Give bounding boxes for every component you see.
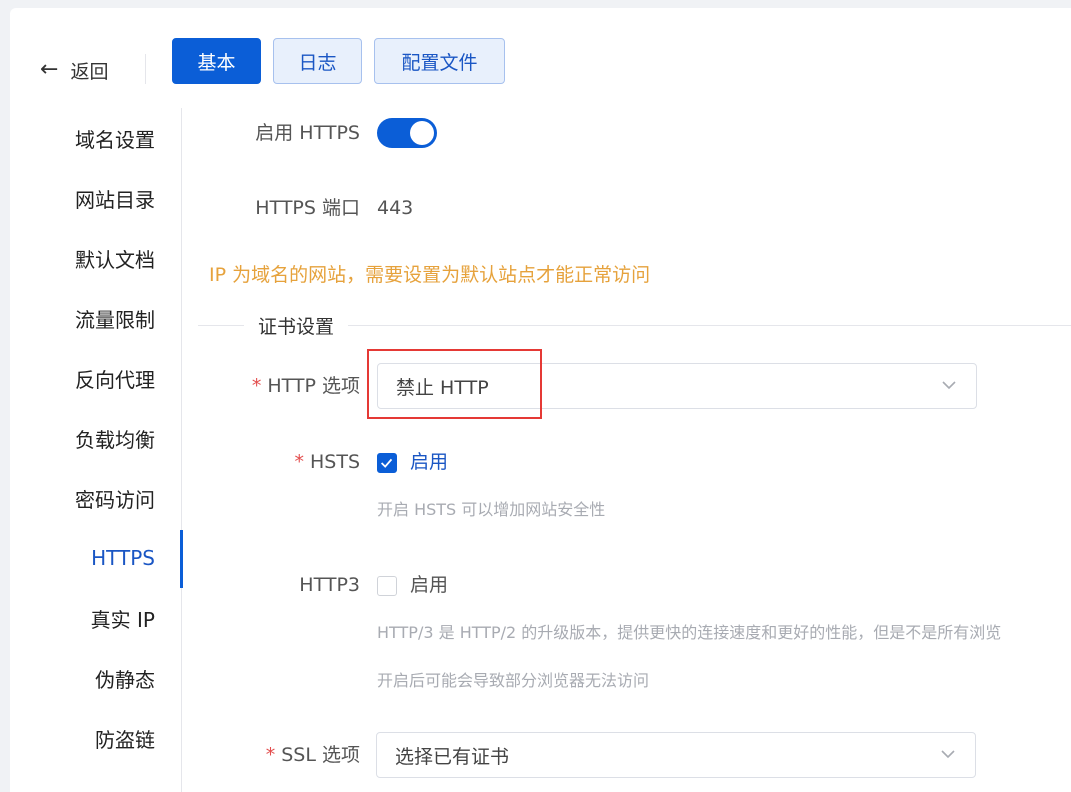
sidebar-item-site-dir[interactable]: 网站目录 — [30, 185, 155, 215]
back-label: 返回 — [70, 60, 109, 83]
sidebar-item-reverse-proxy[interactable]: 反向代理 — [30, 365, 155, 395]
https-port-value: 443 — [377, 197, 414, 219]
check-icon — [380, 458, 393, 468]
sidebar-item-https[interactable]: HTTPS — [30, 543, 155, 573]
annotation-highlight-box — [367, 349, 542, 419]
hsts-label: * HSTS — [294, 451, 360, 473]
arrow-left-icon: ← — [40, 57, 59, 82]
http3-checkbox-label[interactable]: 启用 — [410, 570, 448, 600]
sidebar-item-traffic-limit[interactable]: 流量限制 — [30, 305, 155, 335]
tab-basic[interactable]: 基本 — [172, 38, 261, 84]
required-mark: * — [294, 451, 304, 473]
https-port-label: HTTPS 端口 — [255, 197, 360, 219]
https-enable-label: 启用 HTTPS — [255, 122, 360, 144]
cert-section-title: 证书设置 — [244, 312, 349, 342]
ssl-option-value: 选择已有证书 — [395, 745, 510, 768]
tab-config-file[interactable]: 配置文件 — [374, 38, 505, 84]
sidebar-item-real-ip[interactable]: 真实 IP — [30, 605, 155, 635]
back-button[interactable]: ← 返回 — [40, 48, 108, 92]
http3-checkbox[interactable] — [377, 576, 397, 596]
toggle-knob — [410, 121, 434, 145]
ssl-option-label: * SSL 选项 — [265, 744, 360, 766]
http3-hint-warning: 开启后可能会导致部分浏览器无法访问 — [377, 671, 650, 690]
hsts-checkbox-label[interactable]: 启用 — [410, 447, 448, 477]
https-enable-toggle[interactable] — [377, 118, 437, 148]
sidebar-item-rewrite[interactable]: 伪静态 — [30, 665, 155, 695]
hsts-checkbox[interactable] — [377, 453, 397, 473]
sidebar-item-default-doc[interactable]: 默认文档 — [30, 245, 155, 275]
hsts-hint: 开启 HSTS 可以增加网站安全性 — [377, 500, 606, 519]
http3-label: HTTP3 — [299, 574, 360, 596]
sidebar-divider — [181, 108, 182, 792]
sidebar-active-indicator — [180, 530, 183, 588]
tab-log[interactable]: 日志 — [273, 38, 362, 84]
required-mark: * — [265, 744, 276, 766]
ssl-option-select[interactable]: 选择已有证书 — [376, 732, 976, 778]
required-mark: * — [251, 375, 262, 397]
settings-panel: ← 返回 基本 日志 配置文件 域名设置 网站目录 默认文档 流量限制 反向代理… — [10, 8, 1071, 792]
http-option-label: * HTTP 选项 — [251, 375, 360, 397]
http3-hint-compat: HTTP/3 是 HTTP/2 的升级版本，提供更快的连接速度和更好的性能，但是… — [377, 623, 1002, 642]
sidebar-item-load-balance[interactable]: 负载均衡 — [30, 425, 155, 455]
sidebar-item-password-access[interactable]: 密码访问 — [30, 485, 155, 515]
chevron-down-icon — [941, 750, 955, 759]
chevron-down-icon — [942, 381, 956, 390]
header-divider — [145, 54, 146, 84]
sidebar-item-hotlink[interactable]: 防盗链 — [30, 725, 155, 755]
sidebar-item-domain[interactable]: 域名设置 — [30, 125, 155, 155]
ip-domain-warning: IP 为域名的网站，需要设置为默认站点才能正常访问 — [209, 264, 651, 286]
